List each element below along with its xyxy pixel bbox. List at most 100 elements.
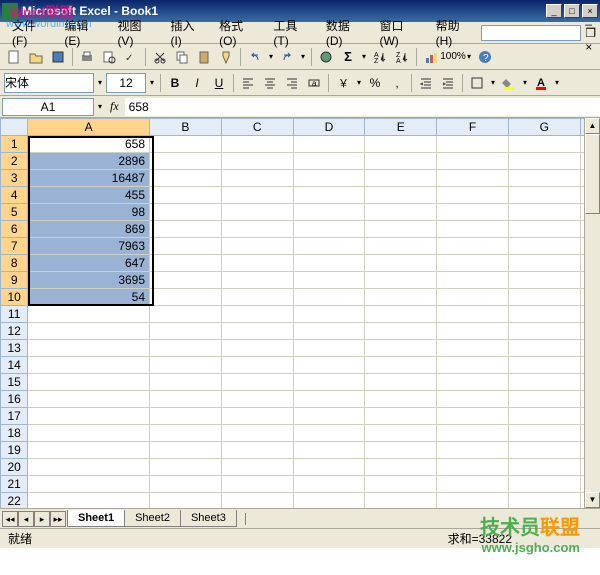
- cell-C22[interactable]: [221, 493, 293, 509]
- spreadsheet-grid[interactable]: A B C D E F G 16582289631648744555986869…: [0, 118, 600, 508]
- borders-dropdown[interactable]: ▾: [489, 78, 497, 87]
- cell-E10[interactable]: [365, 289, 437, 306]
- cell-E6[interactable]: [365, 221, 437, 238]
- cell-A19[interactable]: [28, 442, 150, 459]
- preview-button[interactable]: [99, 47, 119, 67]
- cell-G13[interactable]: [508, 340, 580, 357]
- cell-F16[interactable]: [437, 391, 509, 408]
- align-center-button[interactable]: [260, 73, 280, 93]
- cell-B5[interactable]: [150, 204, 222, 221]
- cell-C1[interactable]: [221, 136, 293, 153]
- cell-E17[interactable]: [365, 408, 437, 425]
- cell-F13[interactable]: [437, 340, 509, 357]
- cell-C18[interactable]: [221, 425, 293, 442]
- cell-C11[interactable]: [221, 306, 293, 323]
- cell-G21[interactable]: [508, 476, 580, 493]
- cell-F21[interactable]: [437, 476, 509, 493]
- row-header-13[interactable]: 13: [1, 340, 28, 357]
- cell-G5[interactable]: [508, 204, 580, 221]
- cell-B11[interactable]: [150, 306, 222, 323]
- italic-button[interactable]: I: [187, 73, 207, 93]
- fill-color-button[interactable]: [499, 73, 519, 93]
- cell-C10[interactable]: [221, 289, 293, 306]
- cell-A7[interactable]: 7963: [28, 238, 150, 255]
- row-header-15[interactable]: 15: [1, 374, 28, 391]
- cell-D10[interactable]: [293, 289, 365, 306]
- row-header-21[interactable]: 21: [1, 476, 28, 493]
- cell-F8[interactable]: [437, 255, 509, 272]
- name-box-dropdown[interactable]: ▾: [96, 102, 104, 111]
- cell-D14[interactable]: [293, 357, 365, 374]
- cell-D20[interactable]: [293, 459, 365, 476]
- cell-A6[interactable]: 869: [28, 221, 150, 238]
- hyperlink-button[interactable]: [316, 47, 336, 67]
- cell-F7[interactable]: [437, 238, 509, 255]
- cell-G14[interactable]: [508, 357, 580, 374]
- paste-button[interactable]: [194, 47, 214, 67]
- menu-view[interactable]: 视图(V): [109, 15, 162, 50]
- currency-button[interactable]: ￥: [333, 73, 353, 93]
- row-header-22[interactable]: 22: [1, 493, 28, 509]
- cell-G10[interactable]: [508, 289, 580, 306]
- cell-C14[interactable]: [221, 357, 293, 374]
- cell-G2[interactable]: [508, 153, 580, 170]
- cell-D15[interactable]: [293, 374, 365, 391]
- row-header-9[interactable]: 9: [1, 272, 28, 289]
- cell-A1[interactable]: 658: [28, 136, 150, 153]
- row-header-1[interactable]: 1: [1, 136, 28, 153]
- cell-C13[interactable]: [221, 340, 293, 357]
- menu-window[interactable]: 窗口(W): [371, 15, 427, 50]
- cell-D22[interactable]: [293, 493, 365, 509]
- currency-dropdown[interactable]: ▾: [355, 78, 363, 87]
- cell-G9[interactable]: [508, 272, 580, 289]
- cell-F12[interactable]: [437, 323, 509, 340]
- cell-E3[interactable]: [365, 170, 437, 187]
- row-header-11[interactable]: 11: [1, 306, 28, 323]
- row-header-19[interactable]: 19: [1, 442, 28, 459]
- cell-G20[interactable]: [508, 459, 580, 476]
- cell-E18[interactable]: [365, 425, 437, 442]
- cell-B16[interactable]: [150, 391, 222, 408]
- tab-last-button[interactable]: ▸▸: [50, 511, 66, 527]
- indent-inc-button[interactable]: [438, 73, 458, 93]
- cell-B7[interactable]: [150, 238, 222, 255]
- percent-button[interactable]: %: [365, 73, 385, 93]
- cell-B20[interactable]: [150, 459, 222, 476]
- cell-E7[interactable]: [365, 238, 437, 255]
- cell-E21[interactable]: [365, 476, 437, 493]
- cell-C9[interactable]: [221, 272, 293, 289]
- cell-D16[interactable]: [293, 391, 365, 408]
- cell-B14[interactable]: [150, 357, 222, 374]
- cell-C16[interactable]: [221, 391, 293, 408]
- cell-D11[interactable]: [293, 306, 365, 323]
- borders-button[interactable]: [467, 73, 487, 93]
- cell-E11[interactable]: [365, 306, 437, 323]
- cell-F14[interactable]: [437, 357, 509, 374]
- tab-first-button[interactable]: ◂◂: [2, 511, 18, 527]
- cell-C19[interactable]: [221, 442, 293, 459]
- row-header-7[interactable]: 7: [1, 238, 28, 255]
- cell-D8[interactable]: [293, 255, 365, 272]
- cell-G7[interactable]: [508, 238, 580, 255]
- undo-button[interactable]: [245, 47, 265, 67]
- row-header-6[interactable]: 6: [1, 221, 28, 238]
- cell-F19[interactable]: [437, 442, 509, 459]
- cell-C4[interactable]: [221, 187, 293, 204]
- row-header-17[interactable]: 17: [1, 408, 28, 425]
- print-button[interactable]: [77, 47, 97, 67]
- cell-E14[interactable]: [365, 357, 437, 374]
- cell-G12[interactable]: [508, 323, 580, 340]
- cell-D12[interactable]: [293, 323, 365, 340]
- row-header-14[interactable]: 14: [1, 357, 28, 374]
- redo-dropdown[interactable]: ▾: [299, 52, 307, 61]
- cell-G22[interactable]: [508, 493, 580, 509]
- cell-A2[interactable]: 2896: [28, 153, 150, 170]
- cell-A22[interactable]: [28, 493, 150, 509]
- cell-D18[interactable]: [293, 425, 365, 442]
- cell-D6[interactable]: [293, 221, 365, 238]
- cell-A10[interactable]: 54: [28, 289, 150, 306]
- doc-minimize-button[interactable]: _: [585, 12, 596, 26]
- col-header-F[interactable]: F: [437, 119, 509, 136]
- cell-G17[interactable]: [508, 408, 580, 425]
- undo-dropdown[interactable]: ▾: [267, 52, 275, 61]
